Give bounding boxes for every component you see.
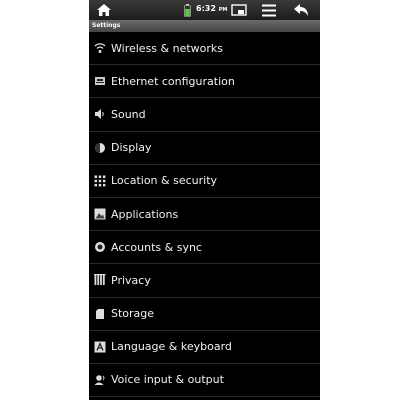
settings-item-label: Location & security	[111, 174, 218, 188]
back-icon[interactable]	[293, 2, 309, 18]
language-keyboard-icon	[94, 341, 106, 353]
home-icon[interactable]	[95, 2, 113, 18]
voice-io-icon	[94, 374, 106, 386]
settings-item-label: Wireless & networks	[111, 41, 223, 55]
settings-item-storage[interactable]: Storage	[89, 298, 320, 331]
settings-item-ethernet[interactable]: Ethernet configuration	[89, 65, 320, 99]
sound-icon	[94, 108, 106, 120]
accounts-sync-icon	[94, 241, 106, 253]
settings-item-label: Ethernet configuration	[111, 74, 235, 88]
location-security-icon	[94, 175, 106, 187]
settings-item-privacy[interactable]: Privacy	[89, 264, 320, 298]
ethernet-icon	[94, 75, 106, 87]
settings-item-label: Applications	[111, 207, 179, 221]
storage-icon	[94, 308, 106, 320]
applications-icon	[94, 208, 106, 220]
settings-list: Wireless & networks Ethernet configurati…	[89, 32, 320, 398]
display-icon	[94, 142, 106, 154]
settings-item-wireless[interactable]: Wireless & networks	[89, 32, 320, 66]
settings-item-accounts-sync[interactable]: Accounts & sync	[89, 231, 320, 265]
settings-item-sound[interactable]: Sound	[89, 98, 320, 132]
page-title: Settings	[89, 20, 320, 32]
settings-item-label: Accounts & sync	[111, 240, 202, 254]
menu-icon[interactable]	[261, 2, 277, 18]
settings-item-applications[interactable]: Applications	[89, 198, 320, 232]
settings-item-label: Language & keyboard	[111, 340, 232, 354]
settings-item-language-keyboard[interactable]: Language & keyboard	[89, 331, 320, 364]
settings-item-label: Privacy	[111, 273, 151, 287]
settings-item-label: Display	[111, 141, 152, 155]
settings-item-label: Voice input & output	[111, 373, 224, 387]
status-time: 6:32 PM	[196, 4, 228, 13]
phone-screen: 6:32 PM Settings Wireless & networks Eth…	[89, 0, 320, 400]
settings-item-label: Sound	[111, 107, 146, 121]
privacy-icon	[94, 274, 106, 286]
settings-item-display[interactable]: Display	[89, 132, 320, 165]
settings-item-voice-io[interactable]: Voice input & output	[89, 364, 320, 398]
cast-icon[interactable]	[231, 2, 247, 18]
wifi-icon	[94, 42, 106, 54]
settings-item-location-security[interactable]: Location & security	[89, 165, 320, 198]
battery-icon	[183, 2, 191, 18]
status-bar: 6:32 PM	[89, 0, 320, 20]
settings-item-label: Storage	[111, 307, 155, 321]
